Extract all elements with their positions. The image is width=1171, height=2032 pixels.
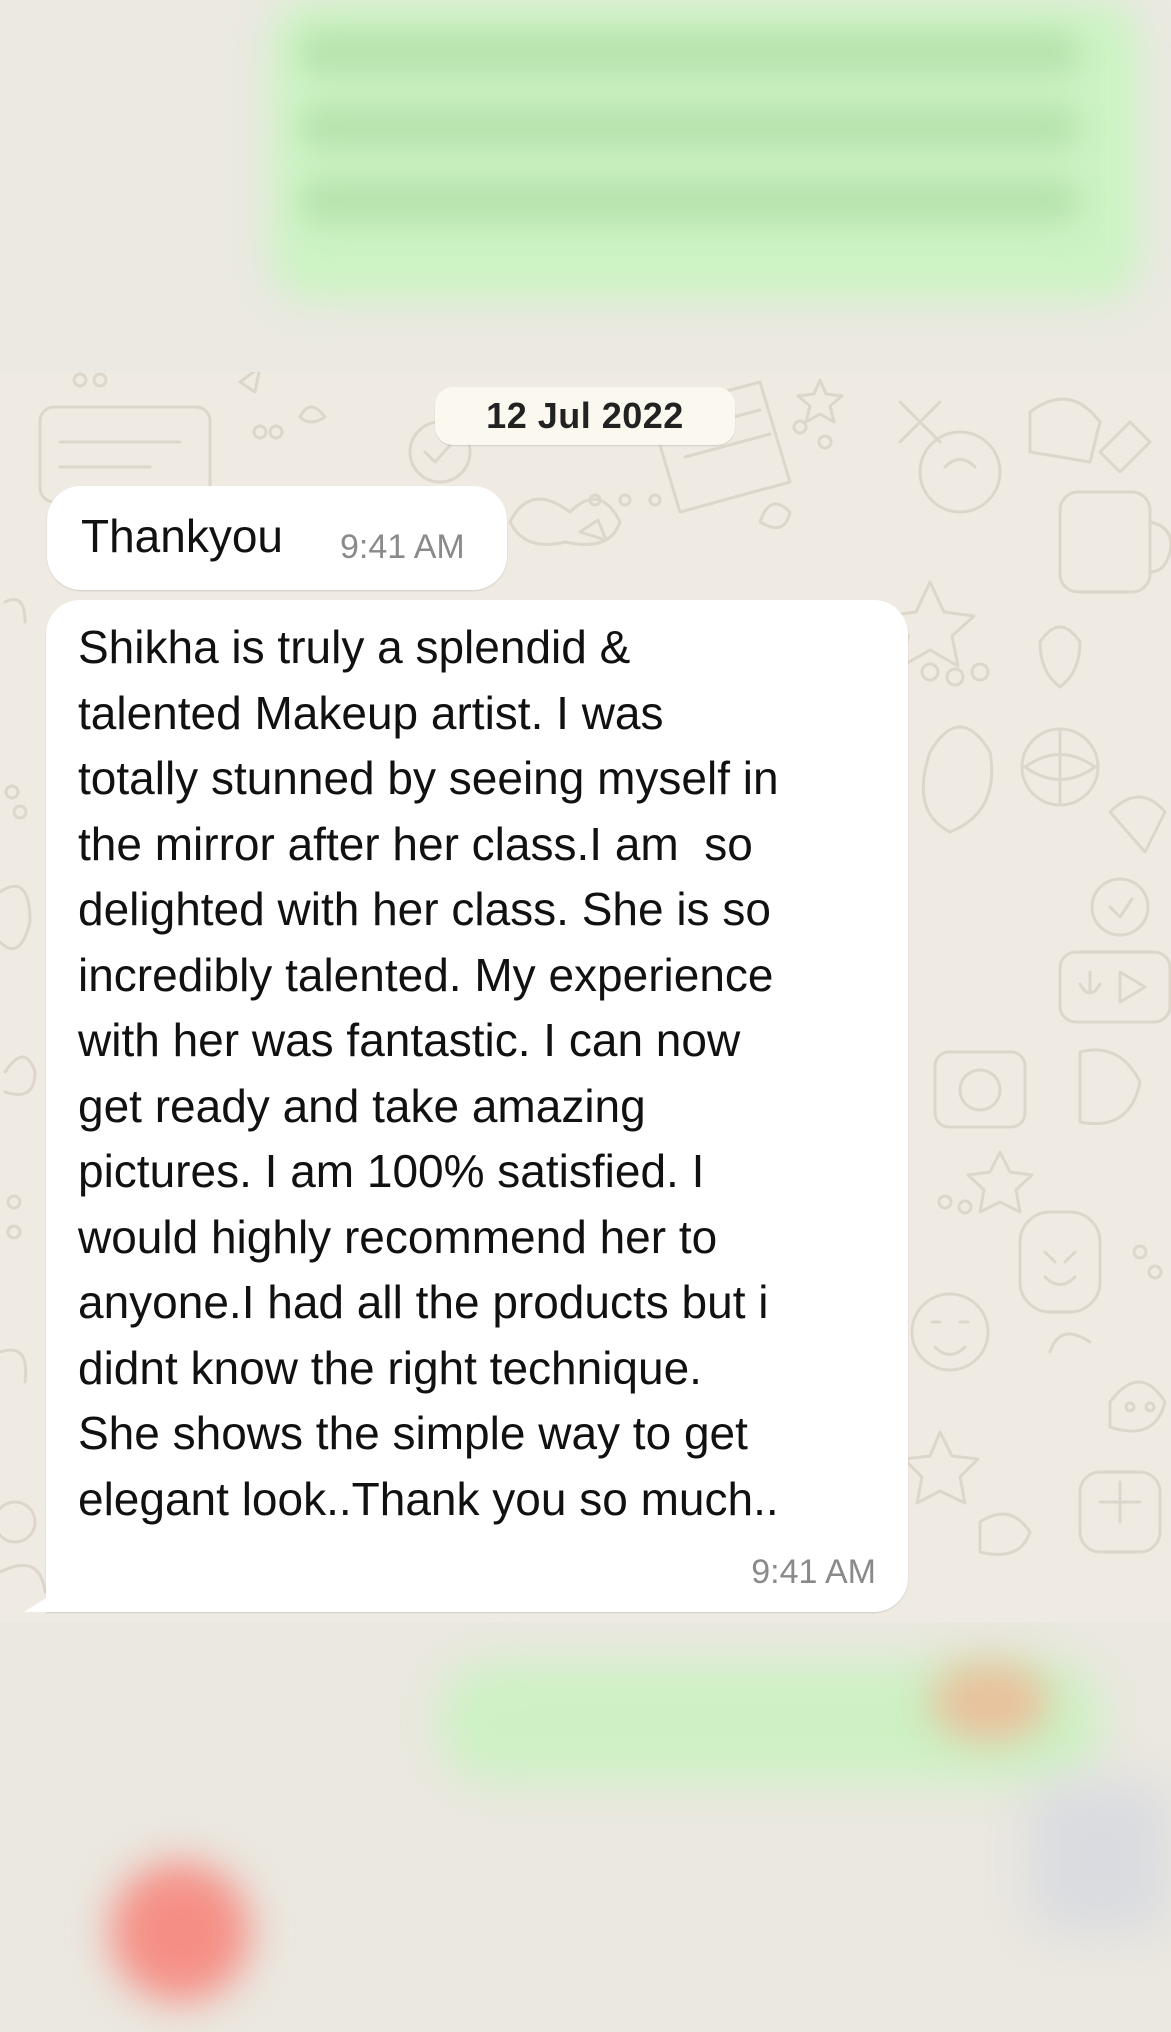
bubble-tail <box>24 1594 52 1612</box>
blurred-text-lines <box>300 30 1080 250</box>
blurred-element <box>1030 1782 1170 1932</box>
message-timestamp: 9:41 AM <box>340 528 465 566</box>
message-text: Shikha is truly a splendid & talented Ma… <box>78 621 779 1525</box>
chat-area[interactable]: 12 Jul 2022 Thankyou 9:41 AM Shikha is t… <box>0 372 1171 1622</box>
message-text: Thankyou <box>81 510 284 562</box>
message-timestamp: 9:41 AM <box>751 1553 876 1591</box>
blurred-outgoing-message-top <box>0 0 1171 372</box>
incoming-message-bubble[interactable]: Thankyou 9:41 AM <box>47 486 507 590</box>
blurred-outgoing-message-bottom <box>0 1622 1171 2032</box>
blurred-emoji <box>930 1662 1050 1742</box>
incoming-message-bubble[interactable]: Shikha is truly a splendid & talented Ma… <box>24 600 908 1612</box>
date-separator-chip: 12 Jul 2022 <box>435 387 735 445</box>
blurred-element <box>110 1862 250 2002</box>
